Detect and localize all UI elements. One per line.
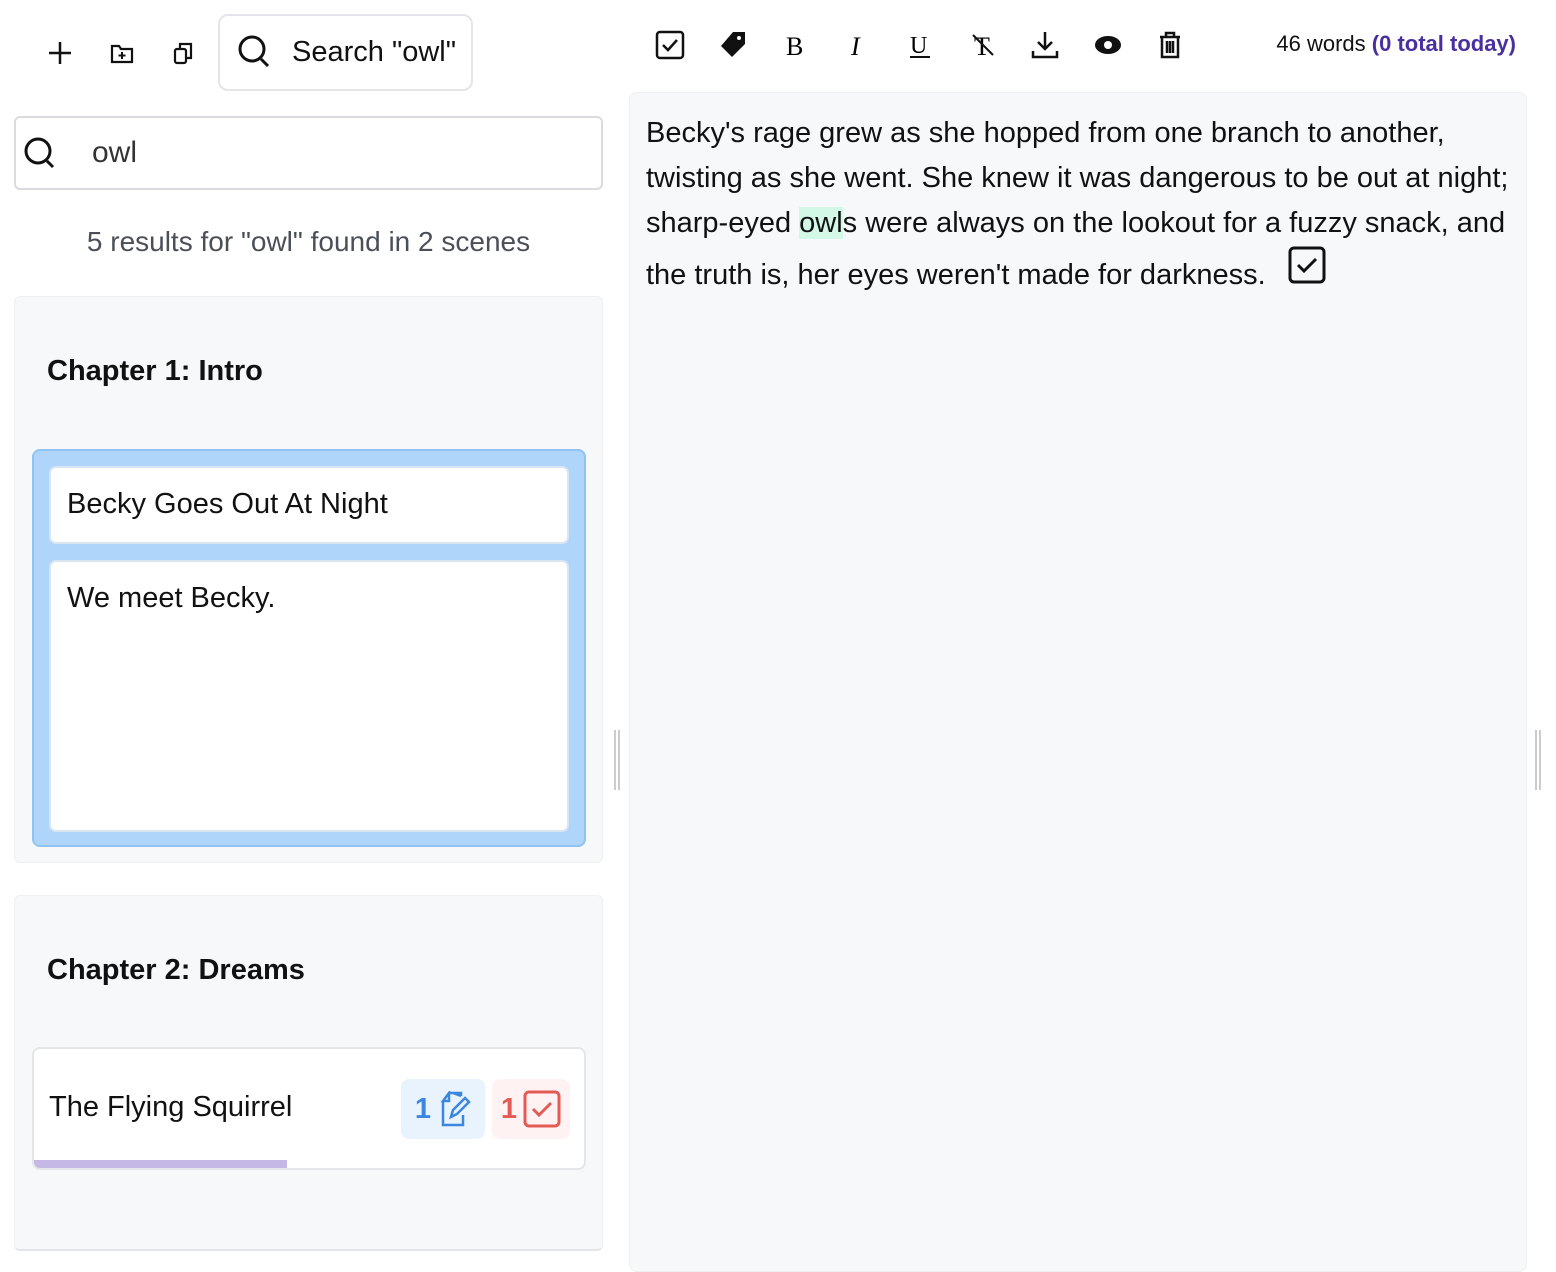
scene-card[interactable]: The Flying Squirrel 1 1 bbox=[32, 1047, 586, 1170]
today-count: (0 total today) bbox=[1371, 31, 1516, 56]
notes-badge[interactable]: 1 bbox=[401, 1079, 485, 1139]
chapter-2: Chapter 2: Dreams The Flying Squirrel 1 … bbox=[14, 895, 603, 1251]
tasks-count: 1 bbox=[500, 1092, 518, 1125]
download-icon[interactable] bbox=[1028, 28, 1062, 62]
search-icon bbox=[238, 35, 270, 67]
svg-text:I: I bbox=[850, 32, 861, 61]
resize-handle[interactable] bbox=[1535, 730, 1541, 790]
search-icon bbox=[24, 137, 55, 169]
resize-handle[interactable] bbox=[614, 730, 620, 790]
svg-text:T: T bbox=[974, 32, 990, 61]
tag-icon[interactable] bbox=[716, 28, 750, 62]
note-edit-icon bbox=[440, 1091, 471, 1127]
bold-icon[interactable]: B bbox=[778, 28, 812, 62]
search-button-label: Search "owl" bbox=[292, 36, 457, 68]
scene-title: The Flying Squirrel bbox=[49, 1091, 293, 1123]
scene-summary[interactable]: We meet Becky. bbox=[49, 560, 569, 832]
plus-icon[interactable] bbox=[43, 36, 77, 70]
word-count-text: 46 words bbox=[1276, 31, 1366, 56]
word-count: 46 words (0 total today) bbox=[1276, 31, 1516, 57]
results-summary: 5 results for "owl" found in 2 scenes bbox=[86, 226, 531, 257]
svg-text:B: B bbox=[786, 32, 803, 61]
chapter-1: Chapter 1: Intro Becky Goes Out At Night… bbox=[14, 296, 603, 863]
copy-icon[interactable] bbox=[167, 36, 201, 70]
editor-content[interactable]: Becky's rage grew as she hopped from one… bbox=[629, 92, 1527, 1272]
task-check-icon bbox=[523, 1090, 561, 1128]
folder-plus-icon[interactable] bbox=[105, 36, 139, 70]
scene-title[interactable]: Becky Goes Out At Night bbox=[49, 466, 569, 544]
checkbox-icon[interactable] bbox=[1288, 246, 1326, 284]
search-highlight: owl bbox=[799, 207, 843, 239]
search-field[interactable] bbox=[14, 116, 603, 190]
clear-format-icon[interactable]: T bbox=[966, 28, 1000, 62]
eye-icon[interactable] bbox=[1091, 28, 1125, 62]
chapter-title: Chapter 1: Intro bbox=[47, 355, 263, 387]
underline-icon[interactable]: U bbox=[903, 28, 937, 62]
trash-icon[interactable] bbox=[1153, 28, 1187, 62]
scene-card-selected[interactable]: Becky Goes Out At Night We meet Becky. bbox=[32, 449, 586, 847]
search-button[interactable]: Search "owl" bbox=[218, 14, 473, 91]
chapter-title: Chapter 2: Dreams bbox=[47, 954, 305, 986]
italic-icon[interactable]: I bbox=[841, 28, 875, 62]
tasks-badge[interactable]: 1 bbox=[492, 1079, 570, 1139]
svg-text:U: U bbox=[910, 33, 927, 59]
search-input[interactable] bbox=[92, 136, 572, 170]
scene-progress-bar bbox=[34, 1160, 287, 1168]
checkbox-icon[interactable] bbox=[653, 28, 687, 62]
notes-count: 1 bbox=[414, 1092, 432, 1125]
